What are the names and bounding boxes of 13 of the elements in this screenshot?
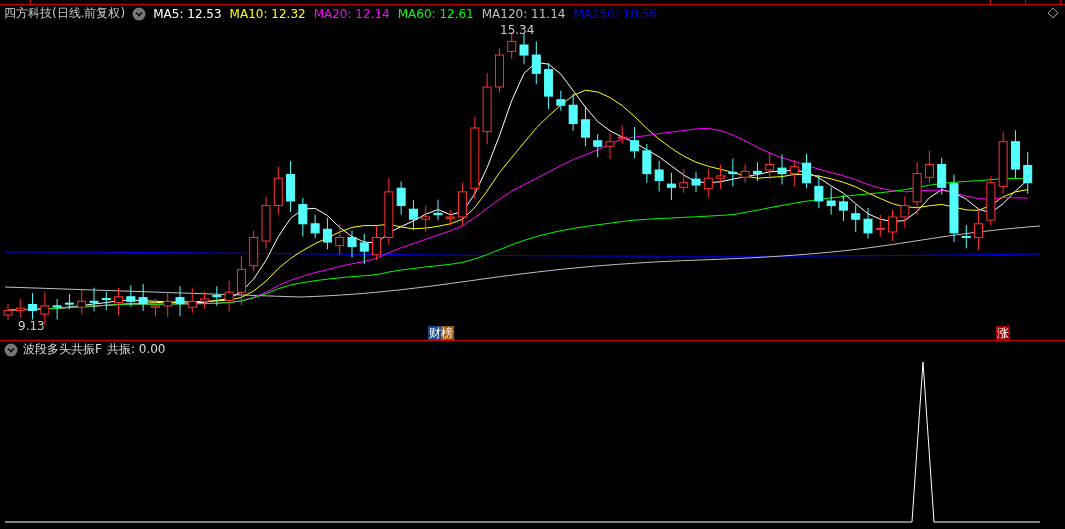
moving-average-label: MA250: 10.56 <box>573 6 658 21</box>
moving-average-label: MA120: 11.14 <box>481 6 566 21</box>
low-price-label: 9.13 <box>18 319 45 333</box>
indicator-reading: 共振: 0.00 <box>106 341 166 358</box>
moving-average-label: MA20: 12.14 <box>313 6 390 21</box>
moving-average-label: MA10: 12.32 <box>229 6 306 21</box>
moving-average-label: MA60: 12.61 <box>397 6 474 21</box>
event-badge[interactable]: 涨 <box>996 326 1010 340</box>
chart-title: 四方科技(日线.前复权) <box>4 5 126 22</box>
indicator-title: 波段多头共振F <box>23 341 102 358</box>
event-badge[interactable]: 财榜 <box>428 326 454 340</box>
high-price-label: 15.34 <box>500 23 535 37</box>
moving-average-label: MA5: 12.53 <box>153 6 222 21</box>
